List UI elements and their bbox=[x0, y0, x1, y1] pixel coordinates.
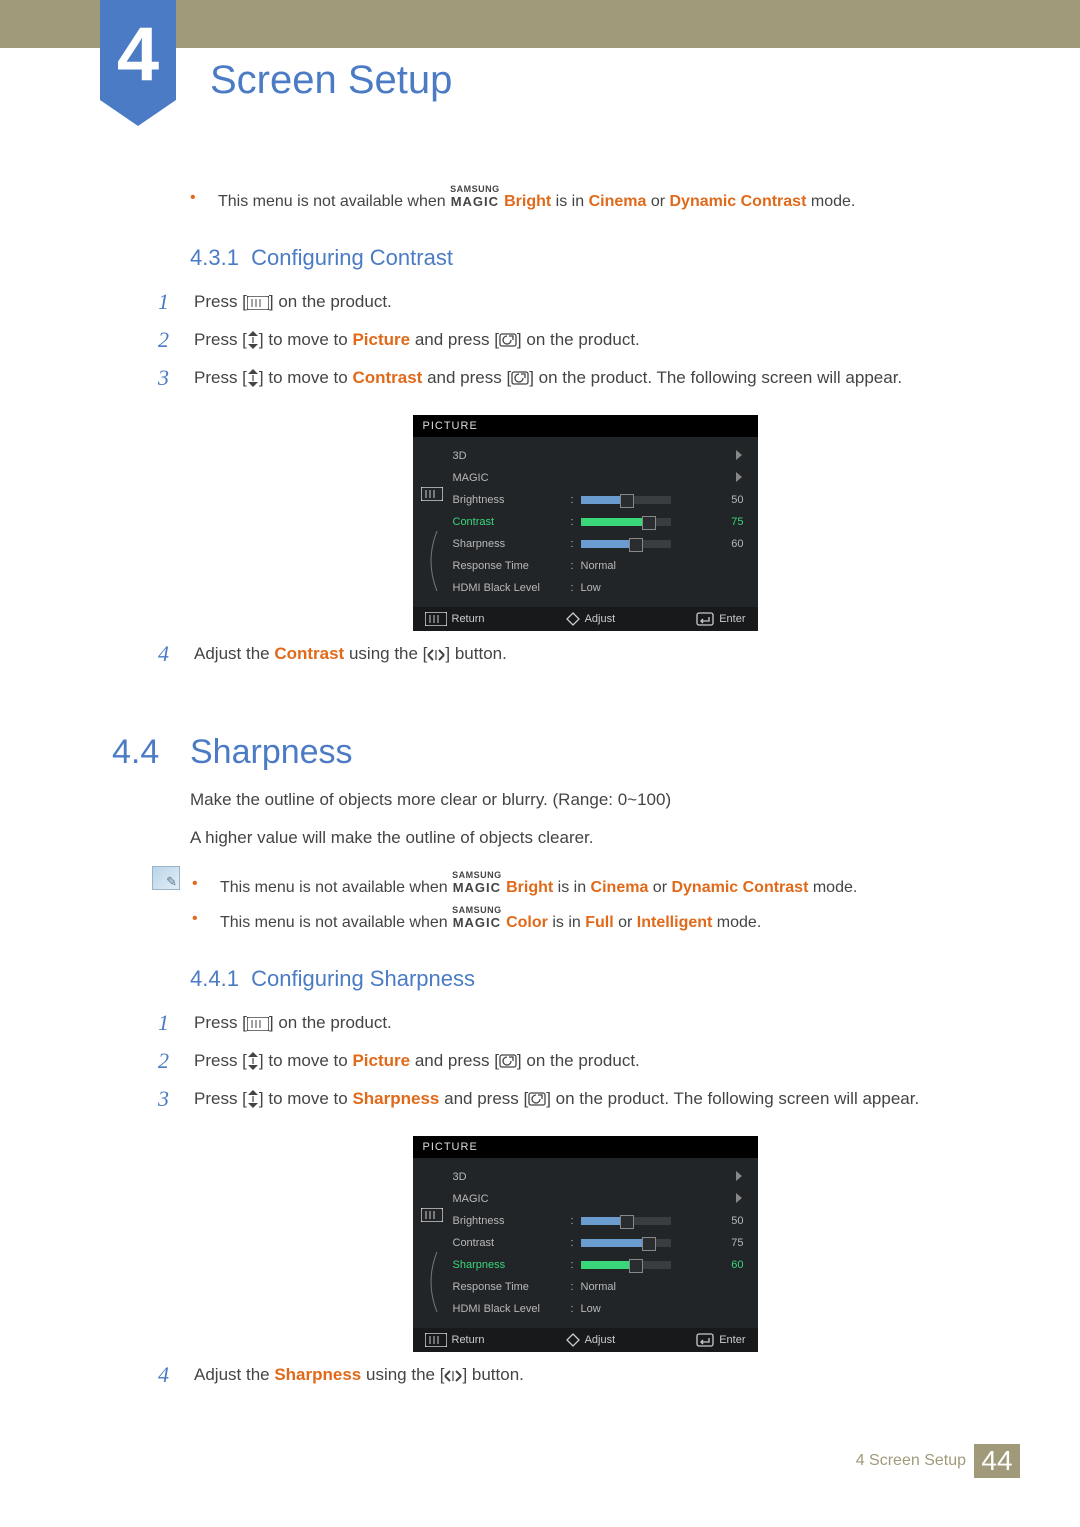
step-2: 2 Press [] to move to Picture and press … bbox=[190, 1042, 980, 1080]
enter-button-icon bbox=[499, 333, 517, 347]
osd-row-hdmi: HDMI Black Level:Low bbox=[453, 577, 744, 599]
note-icon bbox=[152, 866, 180, 890]
up-down-icon bbox=[247, 330, 259, 350]
up-down-icon bbox=[247, 1051, 259, 1071]
left-right-icon bbox=[427, 647, 445, 663]
osd-menu-sharpness: PICTURE 3D MAGIC Brightness:50 Contrast:… bbox=[413, 1136, 758, 1352]
section-4-4-header: 4.4 Sharpness bbox=[112, 733, 980, 772]
osd-menu-contrast: PICTURE 3D MAGIC Brightness:50 Contrast:… bbox=[413, 415, 758, 631]
osd-return: Return bbox=[425, 1333, 485, 1347]
chapter-header: 4 Screen Setup bbox=[0, 30, 1080, 180]
osd-row-sharpness: Sharpness:60 bbox=[453, 1254, 744, 1276]
subsection-4-3-1-title: 4.3.1 Configuring Contrast bbox=[190, 245, 980, 271]
osd-row-hdmi: HDMI Black Level:Low bbox=[453, 1298, 744, 1320]
osd-row-brightness: Brightness:50 bbox=[453, 1210, 744, 1232]
menu-button-icon bbox=[421, 1208, 443, 1222]
step-3: 3 Press [] to move to Contrast and press… bbox=[190, 359, 980, 397]
step-4: 4 Adjust the Sharpness using the [] butt… bbox=[190, 1356, 980, 1394]
osd-row-contrast: Contrast:75 bbox=[453, 511, 744, 533]
osd-row-brightness: Brightness:50 bbox=[453, 489, 744, 511]
osd-enter: Enter bbox=[696, 612, 745, 626]
subsection-4-4-1-title: 4.4.1 Configuring Sharpness bbox=[190, 966, 980, 992]
sharpness-desc-2: A higher value will make the outline of … bbox=[190, 828, 980, 848]
osd-row-contrast: Contrast:75 bbox=[453, 1232, 744, 1254]
osd-row-3d: 3D bbox=[453, 1166, 744, 1188]
step-1: 1 Press [] on the product. bbox=[190, 1004, 980, 1042]
bullet-icon bbox=[192, 875, 206, 893]
enter-button-icon bbox=[499, 1054, 517, 1068]
page-number: 44 bbox=[974, 1444, 1020, 1478]
chapter-tab: 4 bbox=[100, 0, 176, 126]
osd-row-magic: MAGIC bbox=[453, 1188, 744, 1210]
menu-button-icon bbox=[247, 296, 269, 310]
osd-adjust: Adjust bbox=[566, 612, 616, 626]
osd-enter: Enter bbox=[696, 1333, 745, 1347]
left-right-icon bbox=[444, 1368, 462, 1384]
osd-row-response: Response Time:Normal bbox=[453, 555, 744, 577]
bullet-icon bbox=[190, 189, 204, 207]
osd-title: PICTURE bbox=[413, 1136, 758, 1158]
up-down-icon bbox=[247, 1089, 259, 1109]
step-3: 3 Press [] to move to Sharpness and pres… bbox=[190, 1080, 980, 1118]
step-4: 4 Adjust the Contrast using the [] butto… bbox=[190, 635, 980, 673]
availability-note: This menu is not available when SAMSUNGM… bbox=[192, 901, 980, 936]
enter-button-icon bbox=[511, 371, 529, 385]
samsung-magic-logo: SAMSUNGMAGIC bbox=[450, 184, 500, 209]
chapter-title: Screen Setup bbox=[210, 58, 452, 103]
osd-adjust: Adjust bbox=[566, 1333, 616, 1347]
samsung-magic-logo: SAMSUNGMAGIC bbox=[452, 870, 502, 895]
enter-button-icon bbox=[528, 1092, 546, 1106]
menu-button-icon bbox=[421, 487, 443, 501]
up-down-icon bbox=[247, 368, 259, 388]
step-1: 1 Press [] on the product. bbox=[190, 283, 980, 321]
chapter-number: 4 bbox=[117, 12, 159, 97]
osd-row-magic: MAGIC bbox=[453, 467, 744, 489]
bullet-icon bbox=[192, 910, 206, 928]
osd-row-3d: 3D bbox=[453, 445, 744, 467]
osd-row-sharpness: Sharpness:60 bbox=[453, 533, 744, 555]
osd-row-response: Response Time:Normal bbox=[453, 1276, 744, 1298]
menu-button-icon bbox=[247, 1017, 269, 1031]
footer-chapter-label: 4 Screen Setup bbox=[856, 1452, 974, 1470]
sharpness-desc-1: Make the outline of objects more clear o… bbox=[190, 790, 980, 810]
page-footer: 4 Screen Setup 44 bbox=[0, 1444, 1080, 1478]
osd-return: Return bbox=[425, 612, 485, 626]
step-2: 2 Press [] to move to Picture and press … bbox=[190, 321, 980, 359]
availability-note: This menu is not available when SAMSUNGM… bbox=[190, 180, 980, 215]
osd-title: PICTURE bbox=[413, 415, 758, 437]
samsung-magic-logo: SAMSUNGMAGIC bbox=[452, 905, 502, 930]
availability-note: This menu is not available when SAMSUNGM… bbox=[192, 866, 980, 901]
